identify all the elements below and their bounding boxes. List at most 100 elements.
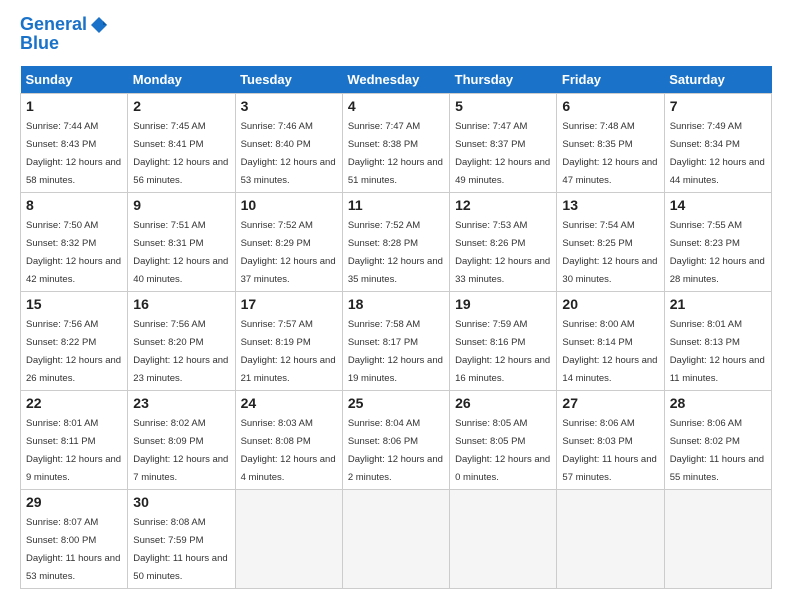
day-number: 9: [133, 197, 229, 213]
day-number: 27: [562, 395, 658, 411]
day-number: 23: [133, 395, 229, 411]
day-number: 19: [455, 296, 551, 312]
day-number: 17: [241, 296, 337, 312]
day-info: Sunrise: 7:52 AMSunset: 8:29 PMDaylight:…: [241, 220, 336, 285]
day-info: Sunrise: 8:08 AMSunset: 7:59 PMDaylight:…: [133, 517, 227, 582]
day-cell-12: 12 Sunrise: 7:53 AMSunset: 8:26 PMDaylig…: [450, 193, 557, 292]
day-number: 26: [455, 395, 551, 411]
day-cell-27: 27 Sunrise: 8:06 AMSunset: 8:03 PMDaylig…: [557, 391, 664, 490]
day-cell-4: 4 Sunrise: 7:47 AMSunset: 8:38 PMDayligh…: [342, 94, 449, 193]
day-number: 30: [133, 494, 229, 510]
calendar-row-2: 15 Sunrise: 7:56 AMSunset: 8:22 PMDaylig…: [21, 292, 772, 391]
day-info: Sunrise: 7:56 AMSunset: 8:20 PMDaylight:…: [133, 319, 228, 384]
day-cell-20: 20 Sunrise: 8:00 AMSunset: 8:14 PMDaylig…: [557, 292, 664, 391]
day-cell-22: 22 Sunrise: 8:01 AMSunset: 8:11 PMDaylig…: [21, 391, 128, 490]
day-info: Sunrise: 7:49 AMSunset: 8:34 PMDaylight:…: [670, 121, 765, 186]
day-number: 12: [455, 197, 551, 213]
day-number: 7: [670, 98, 766, 114]
header-friday: Friday: [557, 66, 664, 94]
header-row: SundayMondayTuesdayWednesdayThursdayFrid…: [21, 66, 772, 94]
day-info: Sunrise: 7:57 AMSunset: 8:19 PMDaylight:…: [241, 319, 336, 384]
calendar-table: SundayMondayTuesdayWednesdayThursdayFrid…: [20, 66, 772, 589]
day-number: 10: [241, 197, 337, 213]
day-cell-23: 23 Sunrise: 8:02 AMSunset: 8:09 PMDaylig…: [128, 391, 235, 490]
day-cell-9: 9 Sunrise: 7:51 AMSunset: 8:31 PMDayligh…: [128, 193, 235, 292]
day-info: Sunrise: 7:59 AMSunset: 8:16 PMDaylight:…: [455, 319, 550, 384]
day-cell-5: 5 Sunrise: 7:47 AMSunset: 8:37 PMDayligh…: [450, 94, 557, 193]
header-saturday: Saturday: [664, 66, 771, 94]
day-info: Sunrise: 7:47 AMSunset: 8:38 PMDaylight:…: [348, 121, 443, 186]
logo-text: General: [20, 15, 87, 35]
day-info: Sunrise: 8:06 AMSunset: 8:02 PMDaylight:…: [670, 418, 764, 483]
day-number: 24: [241, 395, 337, 411]
day-number: 6: [562, 98, 658, 114]
day-info: Sunrise: 8:05 AMSunset: 8:05 PMDaylight:…: [455, 418, 550, 483]
empty-cell: [342, 490, 449, 589]
day-info: Sunrise: 7:44 AMSunset: 8:43 PMDaylight:…: [26, 121, 121, 186]
day-number: 25: [348, 395, 444, 411]
logo-icon: [89, 15, 109, 35]
day-number: 2: [133, 98, 229, 114]
day-cell-10: 10 Sunrise: 7:52 AMSunset: 8:29 PMDaylig…: [235, 193, 342, 292]
day-info: Sunrise: 8:06 AMSunset: 8:03 PMDaylight:…: [562, 418, 656, 483]
day-info: Sunrise: 8:07 AMSunset: 8:00 PMDaylight:…: [26, 517, 120, 582]
day-cell-13: 13 Sunrise: 7:54 AMSunset: 8:25 PMDaylig…: [557, 193, 664, 292]
day-number: 16: [133, 296, 229, 312]
day-cell-15: 15 Sunrise: 7:56 AMSunset: 8:22 PMDaylig…: [21, 292, 128, 391]
day-cell-21: 21 Sunrise: 8:01 AMSunset: 8:13 PMDaylig…: [664, 292, 771, 391]
day-info: Sunrise: 7:51 AMSunset: 8:31 PMDaylight:…: [133, 220, 228, 285]
empty-cell: [664, 490, 771, 589]
day-cell-18: 18 Sunrise: 7:58 AMSunset: 8:17 PMDaylig…: [342, 292, 449, 391]
day-info: Sunrise: 7:58 AMSunset: 8:17 PMDaylight:…: [348, 319, 443, 384]
day-cell-17: 17 Sunrise: 7:57 AMSunset: 8:19 PMDaylig…: [235, 292, 342, 391]
day-info: Sunrise: 7:47 AMSunset: 8:37 PMDaylight:…: [455, 121, 550, 186]
logo: General Blue: [20, 15, 109, 54]
day-info: Sunrise: 7:55 AMSunset: 8:23 PMDaylight:…: [670, 220, 765, 285]
day-cell-6: 6 Sunrise: 7:48 AMSunset: 8:35 PMDayligh…: [557, 94, 664, 193]
empty-cell: [450, 490, 557, 589]
page-container: General Blue SundayMondayTuesdayWednesda…: [0, 0, 792, 599]
day-cell-7: 7 Sunrise: 7:49 AMSunset: 8:34 PMDayligh…: [664, 94, 771, 193]
day-cell-19: 19 Sunrise: 7:59 AMSunset: 8:16 PMDaylig…: [450, 292, 557, 391]
day-cell-25: 25 Sunrise: 8:04 AMSunset: 8:06 PMDaylig…: [342, 391, 449, 490]
calendar-row-4: 29 Sunrise: 8:07 AMSunset: 8:00 PMDaylig…: [21, 490, 772, 589]
day-number: 1: [26, 98, 122, 114]
day-cell-16: 16 Sunrise: 7:56 AMSunset: 8:20 PMDaylig…: [128, 292, 235, 391]
empty-cell: [557, 490, 664, 589]
day-number: 29: [26, 494, 122, 510]
header-wednesday: Wednesday: [342, 66, 449, 94]
header-monday: Monday: [128, 66, 235, 94]
day-cell-30: 30 Sunrise: 8:08 AMSunset: 7:59 PMDaylig…: [128, 490, 235, 589]
day-cell-28: 28 Sunrise: 8:06 AMSunset: 8:02 PMDaylig…: [664, 391, 771, 490]
day-info: Sunrise: 8:00 AMSunset: 8:14 PMDaylight:…: [562, 319, 657, 384]
header-tuesday: Tuesday: [235, 66, 342, 94]
day-number: 11: [348, 197, 444, 213]
day-cell-8: 8 Sunrise: 7:50 AMSunset: 8:32 PMDayligh…: [21, 193, 128, 292]
day-info: Sunrise: 7:48 AMSunset: 8:35 PMDaylight:…: [562, 121, 657, 186]
page-header: General Blue: [20, 15, 772, 54]
day-info: Sunrise: 8:03 AMSunset: 8:08 PMDaylight:…: [241, 418, 336, 483]
calendar-row-0: 1 Sunrise: 7:44 AMSunset: 8:43 PMDayligh…: [21, 94, 772, 193]
header-sunday: Sunday: [21, 66, 128, 94]
day-number: 8: [26, 197, 122, 213]
day-info: Sunrise: 7:45 AMSunset: 8:41 PMDaylight:…: [133, 121, 228, 186]
day-number: 28: [670, 395, 766, 411]
day-number: 14: [670, 197, 766, 213]
calendar-row-3: 22 Sunrise: 8:01 AMSunset: 8:11 PMDaylig…: [21, 391, 772, 490]
day-info: Sunrise: 8:01 AMSunset: 8:13 PMDaylight:…: [670, 319, 765, 384]
day-number: 13: [562, 197, 658, 213]
day-info: Sunrise: 8:04 AMSunset: 8:06 PMDaylight:…: [348, 418, 443, 483]
day-number: 5: [455, 98, 551, 114]
day-info: Sunrise: 8:01 AMSunset: 8:11 PMDaylight:…: [26, 418, 121, 483]
day-info: Sunrise: 7:46 AMSunset: 8:40 PMDaylight:…: [241, 121, 336, 186]
day-number: 20: [562, 296, 658, 312]
day-cell-2: 2 Sunrise: 7:45 AMSunset: 8:41 PMDayligh…: [128, 94, 235, 193]
header-thursday: Thursday: [450, 66, 557, 94]
day-number: 22: [26, 395, 122, 411]
day-cell-24: 24 Sunrise: 8:03 AMSunset: 8:08 PMDaylig…: [235, 391, 342, 490]
day-number: 4: [348, 98, 444, 114]
day-cell-14: 14 Sunrise: 7:55 AMSunset: 8:23 PMDaylig…: [664, 193, 771, 292]
day-info: Sunrise: 8:02 AMSunset: 8:09 PMDaylight:…: [133, 418, 228, 483]
empty-cell: [235, 490, 342, 589]
day-info: Sunrise: 7:53 AMSunset: 8:26 PMDaylight:…: [455, 220, 550, 285]
